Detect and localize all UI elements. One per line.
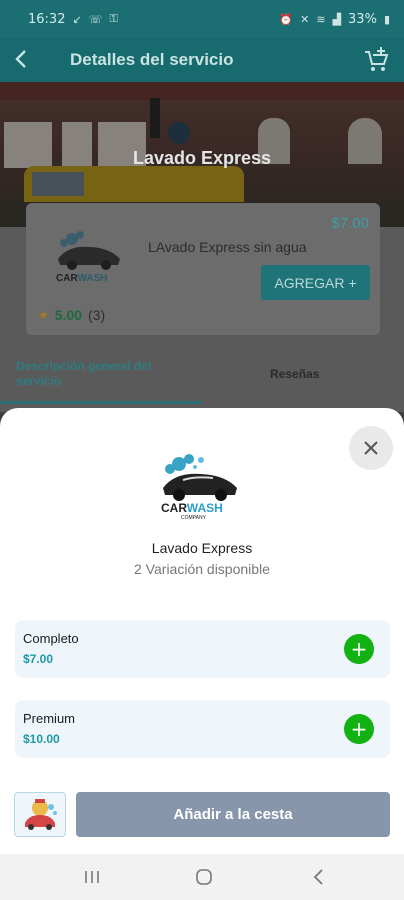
close-icon [364, 441, 378, 455]
variant-item: Premium $10.00 + [15, 700, 390, 758]
signal-icon: ▟ [332, 12, 342, 26]
page-title: Detalles del servicio [70, 50, 234, 69]
close-sheet-button[interactable] [349, 426, 393, 470]
phone-icon: ☏ [88, 12, 103, 26]
wifi-icon: ≋ [316, 12, 326, 26]
variant-name: Completo [23, 631, 79, 646]
app-bar: Detalles del servicio [0, 38, 404, 82]
svg-text:CARWASH: CARWASH [161, 501, 223, 515]
service-rating: ★ 5.00 (3) [38, 307, 105, 323]
svg-text:COMPANY: COMPANY [181, 515, 207, 520]
alarm-icon: ⏰ [279, 12, 294, 26]
car-wash-cart-icon [25, 799, 57, 830]
status-time: 16:32 [28, 11, 66, 27]
carwash-logo: CARWASH COMPANY [155, 450, 241, 521]
tab-reviews[interactable]: Reseñas [270, 367, 319, 381]
star-icon: ★ [38, 308, 49, 322]
cart-thumbnail[interactable] [14, 792, 66, 837]
service-card: CARWASH $7.00 LAvado Express sin agua AG… [26, 203, 380, 335]
battery-icon: ▮ [383, 12, 390, 26]
rating-count: (3) [88, 307, 106, 323]
back-icon[interactable] [298, 862, 338, 892]
variant-price: $7.00 [23, 652, 54, 666]
recent-apps-icon[interactable] [72, 862, 112, 892]
variant-price: $10.00 [23, 732, 60, 746]
sheet-service-name: Lavado Express [151, 540, 253, 556]
system-nav-bar [0, 854, 404, 900]
add-variant-button[interactable]: + [344, 634, 374, 664]
arrow-back-icon[interactable] [14, 47, 44, 73]
tab-indicator [0, 401, 202, 404]
lock-icon: ⚿ [109, 12, 118, 25]
rating-value: 5.00 [54, 307, 83, 323]
battery-level: 33% [348, 11, 377, 27]
variations-available: 2 Variación disponible [134, 561, 270, 577]
svg-text:CARWASH: CARWASH [56, 273, 107, 284]
cart-plus-icon[interactable] [362, 46, 390, 74]
mute-icon: ✕ [300, 12, 310, 26]
add-variant-button[interactable]: + [344, 714, 374, 744]
carwash-logo: CARWASH [50, 227, 124, 287]
add-to-basket-button[interactable]: Añadir a la cesta [76, 792, 390, 837]
service-price: $7.00 [331, 215, 369, 232]
service-name: LAvado Express sin agua [148, 239, 307, 255]
variant-name: Premium [23, 711, 76, 726]
missed-call-icon: ↙ [72, 12, 82, 26]
hero-title: Lavado Express [132, 148, 272, 168]
add-service-button[interactable]: AGREGAR + [261, 265, 370, 300]
tab-overview[interactable]: Descripción general del servicio [16, 359, 186, 389]
home-icon[interactable] [184, 862, 224, 892]
variation-sheet: CARWASH COMPANY Lavado Express 2 Variaci… [0, 408, 404, 854]
variant-item: Completo $7.00 + [15, 620, 390, 678]
service-tabs: Descripción general del servicio Reseñas [0, 355, 404, 405]
status-bar: 16:32 ↙ ☏ ⚿ ⏰ ✕ ≋ ▟ 33% ▮ [0, 0, 404, 38]
